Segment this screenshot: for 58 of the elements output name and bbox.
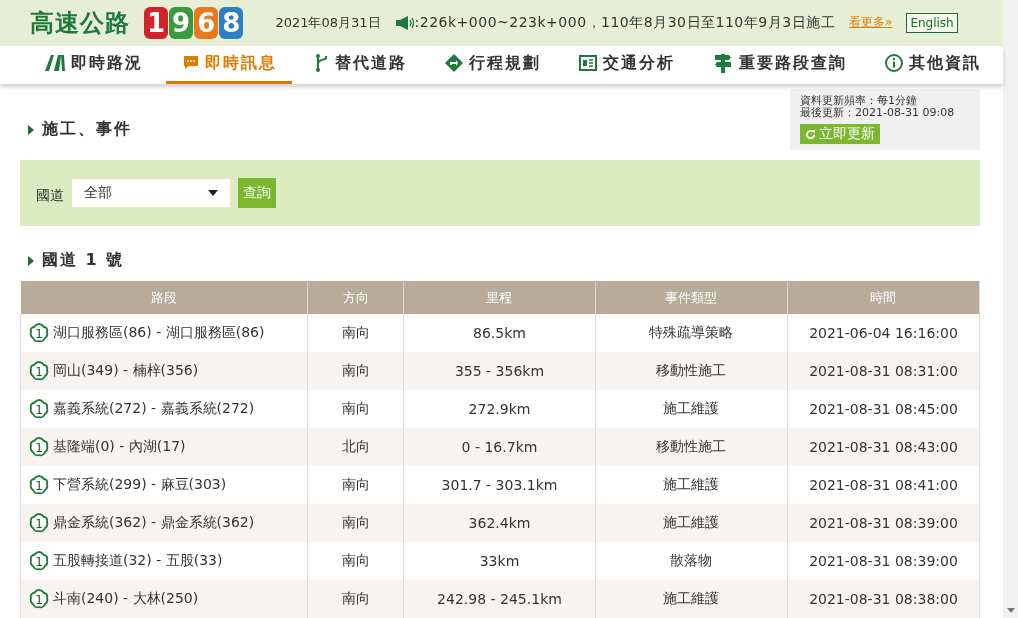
scroll-down-icon: [1006, 608, 1015, 613]
nav-tab-label: 重要路段查詢: [739, 52, 847, 74]
column-header: 方向: [307, 281, 404, 314]
announcement-text: :226k+000~223k+000，110年8月30日至110年9月3日施工: [414, 13, 836, 32]
nav-tab-label: 其他資訊: [909, 52, 981, 74]
caret-icon: [28, 255, 34, 266]
highway-shield-icon: 1: [29, 323, 49, 343]
logo-digit: 6: [194, 6, 219, 39]
table-cell: 1 斗南(240) - 大林(250): [20, 580, 308, 618]
highway-shield-icon: 1: [29, 361, 49, 381]
highway-shield-icon: 1: [29, 437, 49, 457]
signpost-icon: [713, 53, 733, 74]
nav-tab[interactable]: 交通分析: [564, 45, 690, 84]
nav-tab[interactable]: 替代道路: [300, 45, 422, 84]
nav-tab-label: 交通分析: [603, 52, 675, 74]
table-cell: 2021-08-31 08:38:00: [787, 580, 980, 618]
date-text: 2021年08月31日: [275, 13, 381, 32]
table-cell: 242.98 - 245.1km: [403, 580, 596, 618]
fork-icon: [315, 54, 329, 73]
table-cell: 南向: [307, 580, 404, 618]
column-header: 路段: [20, 281, 308, 314]
last-updated: 最後更新：2021-08-31 09:08: [800, 107, 955, 119]
nav-tab[interactable]: 即時路況: [30, 45, 158, 84]
column-header: 時間: [787, 281, 980, 314]
filter-label: 國道: [36, 187, 64, 205]
nav-tab-label: 即時路況: [71, 52, 143, 74]
megaphone-icon: [394, 14, 415, 31]
nav-tab[interactable]: 其他資訊: [870, 45, 996, 84]
highway-select[interactable]: 全部: [72, 179, 230, 207]
nav-tab[interactable]: 重要路段查詢: [698, 45, 862, 84]
nav-tab-label: 即時訊息: [205, 52, 277, 74]
nav-tab[interactable]: 行程規劃: [430, 45, 556, 84]
column-header: 事件類型: [595, 281, 788, 314]
logo-digit: 8: [219, 6, 244, 39]
info-icon: [885, 54, 903, 73]
newspaper-icon: [579, 55, 597, 72]
page-title: 施工、事件: [42, 119, 132, 140]
road-icon: [45, 55, 65, 72]
update-frequency: 資料更新頻率：每1分鐘: [800, 95, 917, 107]
section-title: 國道 1 號: [42, 250, 125, 271]
column-header: 里程: [403, 281, 596, 314]
highway-shield-icon: 1: [29, 399, 49, 419]
highway-shield-icon: 1: [29, 513, 49, 533]
chat-icon: [181, 55, 199, 72]
logo-digit: 9: [169, 6, 194, 39]
highway-shield-icon: 1: [29, 475, 49, 495]
nav-tab-label: 行程規劃: [469, 52, 541, 74]
nav-tab-label: 替代道路: [335, 52, 407, 74]
table-cell: 施工維護: [595, 580, 788, 618]
highway-shield-icon: 1: [29, 589, 49, 609]
logo-digit: 1: [144, 6, 169, 39]
refresh-icon: [805, 128, 816, 140]
logo-text: 高速公路: [30, 7, 130, 39]
direction-sign-icon: [445, 54, 463, 73]
language-button[interactable]: English: [906, 12, 958, 33]
caret-icon: [28, 124, 34, 135]
caret-icon: [208, 190, 218, 196]
highway-shield-icon: 1: [29, 551, 49, 571]
